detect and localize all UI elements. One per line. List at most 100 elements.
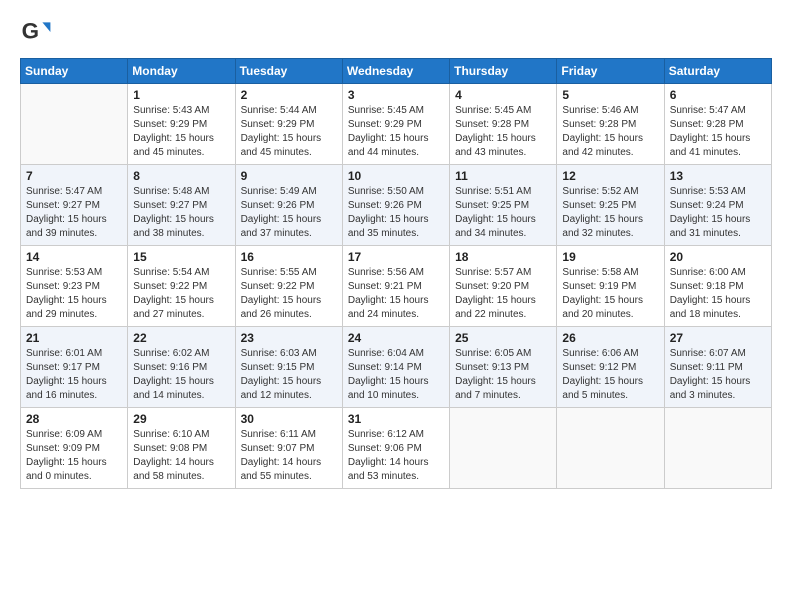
header: G [20,16,772,48]
calendar-cell: 18Sunrise: 5:57 AM Sunset: 9:20 PM Dayli… [450,246,557,327]
calendar-cell: 6Sunrise: 5:47 AM Sunset: 9:28 PM Daylig… [664,84,771,165]
calendar-cell: 1 Sunrise: 5:43 AM Sunset: 9:29 PM Daylig… [128,84,235,165]
calendar-cell: 20Sunrise: 6:00 AM Sunset: 9:18 PM Dayli… [664,246,771,327]
calendar-cell: 8 Sunrise: 5:48 AM Sunset: 9:27 PM Daylig… [128,165,235,246]
calendar-cell [450,408,557,489]
day-info: Sunrise: 5:50 AM Sunset: 9:26 PM Dayligh… [348,185,444,241]
day-info: Sunrise: 6:02 AM Sunset: 9:16 PM Dayligh… [133,347,229,403]
calendar-cell: 15 Sunrise: 5:54 AM Sunset: 9:22 PM Dayli… [128,246,235,327]
calendar-cell: 19 Sunrise: 5:58 AM Sunset: 9:19 PM Dayli… [557,246,664,327]
calendar-week-row: 7Sunrise: 5:47 AM Sunset: 9:27 PM Daylig… [21,165,772,246]
logo-icon: G [20,16,52,48]
day-info: Sunrise: 6:09 AM Sunset: 9:09 PM Dayligh… [26,428,122,484]
day-info: Sunrise: 5:44 AM Sunset: 9:29 PM Dayligh… [241,104,337,160]
calendar-cell [664,408,771,489]
day-number: 7 [26,169,122,183]
calendar-cell [21,84,128,165]
day-info: Sunrise: 5:48 AM Sunset: 9:27 PM Dayligh… [133,185,229,241]
weekday-header-thursday: Thursday [450,59,557,84]
day-info: Sunrise: 5:45 AM Sunset: 9:28 PM Dayligh… [455,104,551,160]
day-info: Sunrise: 6:06 AM Sunset: 9:12 PM Dayligh… [562,347,658,403]
calendar-cell: 9 Sunrise: 5:49 AM Sunset: 9:26 PM Daylig… [235,165,342,246]
svg-text:G: G [22,18,39,43]
day-info: Sunrise: 5:52 AM Sunset: 9:25 PM Dayligh… [562,185,658,241]
day-info: Sunrise: 5:43 AM Sunset: 9:29 PM Dayligh… [133,104,229,160]
day-number: 5 [562,88,658,102]
calendar-cell: 5 Sunrise: 5:46 AM Sunset: 9:28 PM Daylig… [557,84,664,165]
day-info: Sunrise: 6:12 AM Sunset: 9:06 PM Dayligh… [348,428,444,484]
day-number: 6 [670,88,766,102]
day-number: 23 [241,331,337,345]
day-info: Sunrise: 5:54 AM Sunset: 9:22 PM Dayligh… [133,266,229,322]
calendar-week-row: 1 Sunrise: 5:43 AM Sunset: 9:29 PM Daylig… [21,84,772,165]
day-info: Sunrise: 5:45 AM Sunset: 9:29 PM Dayligh… [348,104,444,160]
calendar-cell: 7Sunrise: 5:47 AM Sunset: 9:27 PM Daylig… [21,165,128,246]
day-number: 30 [241,412,337,426]
day-number: 12 [562,169,658,183]
calendar-cell: 13Sunrise: 5:53 AM Sunset: 9:24 PM Dayli… [664,165,771,246]
day-number: 19 [562,250,658,264]
calendar-week-row: 28Sunrise: 6:09 AM Sunset: 9:09 PM Dayli… [21,408,772,489]
calendar-cell: 22 Sunrise: 6:02 AM Sunset: 9:16 PM Dayli… [128,327,235,408]
day-info: Sunrise: 6:07 AM Sunset: 9:11 PM Dayligh… [670,347,766,403]
weekday-row: SundayMondayTuesdayWednesdayThursdayFrid… [21,59,772,84]
weekday-header-monday: Monday [128,59,235,84]
logo: G [20,16,56,48]
calendar-cell: 28Sunrise: 6:09 AM Sunset: 9:09 PM Dayli… [21,408,128,489]
calendar-week-row: 14 Sunrise: 5:53 AM Sunset: 9:23 PM Dayli… [21,246,772,327]
weekday-header-saturday: Saturday [664,59,771,84]
calendar-cell: 29 Sunrise: 6:10 AM Sunset: 9:08 PM Dayli… [128,408,235,489]
weekday-header-tuesday: Tuesday [235,59,342,84]
calendar-cell: 4 Sunrise: 5:45 AM Sunset: 9:28 PM Daylig… [450,84,557,165]
day-number: 4 [455,88,551,102]
calendar-cell: 16Sunrise: 5:55 AM Sunset: 9:22 PM Dayli… [235,246,342,327]
day-number: 17 [348,250,444,264]
day-number: 25 [455,331,551,345]
day-number: 24 [348,331,444,345]
calendar-cell: 10 Sunrise: 5:50 AM Sunset: 9:26 PM Dayli… [342,165,449,246]
calendar-header: SundayMondayTuesdayWednesdayThursdayFrid… [21,59,772,84]
day-number: 2 [241,88,337,102]
calendar-cell: 12 Sunrise: 5:52 AM Sunset: 9:25 PM Dayli… [557,165,664,246]
day-info: Sunrise: 5:57 AM Sunset: 9:20 PM Dayligh… [455,266,551,322]
day-info: Sunrise: 5:58 AM Sunset: 9:19 PM Dayligh… [562,266,658,322]
calendar-cell: 11Sunrise: 5:51 AM Sunset: 9:25 PM Dayli… [450,165,557,246]
day-number: 1 [133,88,229,102]
calendar-cell: 31 Sunrise: 6:12 AM Sunset: 9:06 PM Dayli… [342,408,449,489]
day-info: Sunrise: 5:46 AM Sunset: 9:28 PM Dayligh… [562,104,658,160]
weekday-header-wednesday: Wednesday [342,59,449,84]
day-number: 27 [670,331,766,345]
day-number: 11 [455,169,551,183]
page: G SundayMondayTuesdayWednesdayThursdayFr… [0,0,792,612]
day-number: 10 [348,169,444,183]
calendar-cell: 21 Sunrise: 6:01 AM Sunset: 9:17 PM Dayli… [21,327,128,408]
day-number: 9 [241,169,337,183]
calendar-cell: 3Sunrise: 5:45 AM Sunset: 9:29 PM Daylig… [342,84,449,165]
day-info: Sunrise: 5:49 AM Sunset: 9:26 PM Dayligh… [241,185,337,241]
day-info: Sunrise: 6:00 AM Sunset: 9:18 PM Dayligh… [670,266,766,322]
calendar-cell: 2 Sunrise: 5:44 AM Sunset: 9:29 PM Daylig… [235,84,342,165]
day-info: Sunrise: 6:05 AM Sunset: 9:13 PM Dayligh… [455,347,551,403]
day-number: 29 [133,412,229,426]
day-number: 8 [133,169,229,183]
calendar-cell: 14 Sunrise: 5:53 AM Sunset: 9:23 PM Dayli… [21,246,128,327]
weekday-header-friday: Friday [557,59,664,84]
calendar-cell: 30 Sunrise: 6:11 AM Sunset: 9:07 PM Dayli… [235,408,342,489]
day-number: 21 [26,331,122,345]
day-info: Sunrise: 5:53 AM Sunset: 9:24 PM Dayligh… [670,185,766,241]
day-info: Sunrise: 5:56 AM Sunset: 9:21 PM Dayligh… [348,266,444,322]
day-number: 15 [133,250,229,264]
day-number: 16 [241,250,337,264]
weekday-header-sunday: Sunday [21,59,128,84]
day-number: 22 [133,331,229,345]
calendar-cell: 25 Sunrise: 6:05 AM Sunset: 9:13 PM Dayli… [450,327,557,408]
day-info: Sunrise: 6:10 AM Sunset: 9:08 PM Dayligh… [133,428,229,484]
calendar-table: SundayMondayTuesdayWednesdayThursdayFrid… [20,58,772,489]
day-info: Sunrise: 6:11 AM Sunset: 9:07 PM Dayligh… [241,428,337,484]
day-number: 14 [26,250,122,264]
calendar-cell: 26Sunrise: 6:06 AM Sunset: 9:12 PM Dayli… [557,327,664,408]
day-info: Sunrise: 6:01 AM Sunset: 9:17 PM Dayligh… [26,347,122,403]
day-info: Sunrise: 6:04 AM Sunset: 9:14 PM Dayligh… [348,347,444,403]
day-info: Sunrise: 5:53 AM Sunset: 9:23 PM Dayligh… [26,266,122,322]
day-number: 31 [348,412,444,426]
